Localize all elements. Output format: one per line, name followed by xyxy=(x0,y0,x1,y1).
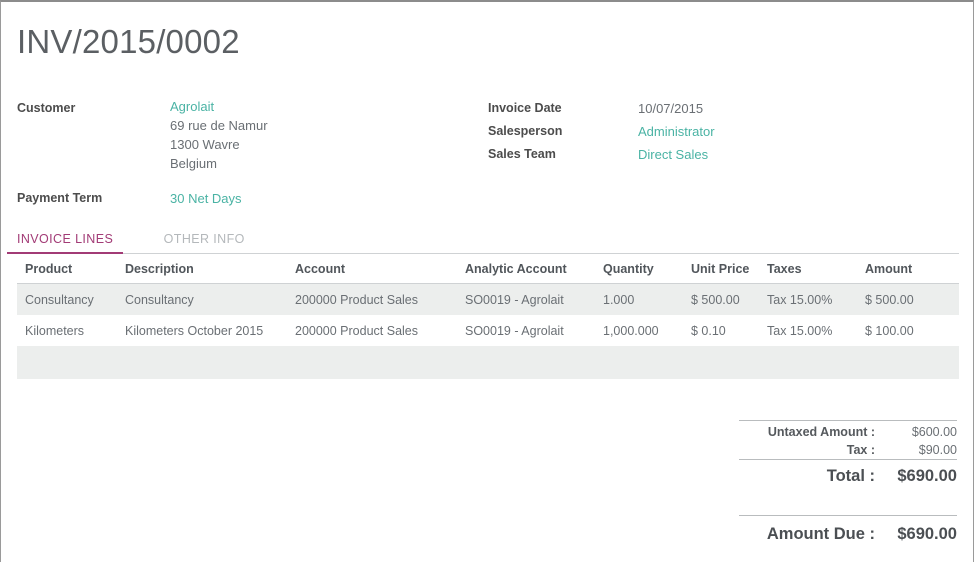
cell-unit-price: $ 0.10 xyxy=(683,315,759,346)
cell-empty xyxy=(683,346,759,379)
tab-invoice-lines[interactable]: INVOICE LINES xyxy=(7,232,123,254)
column-header-quantity[interactable]: Quantity xyxy=(595,258,683,284)
tab-other-info[interactable]: OTHER INFO xyxy=(154,232,255,252)
totals-value-amount-due: $690.00 xyxy=(883,516,957,547)
column-header-description[interactable]: Description xyxy=(117,258,287,284)
totals-panel: Untaxed Amount : $600.00 Tax : $90.00 To… xyxy=(739,420,957,546)
totals-spacer xyxy=(739,493,957,516)
customer-address-line-3: Belgium xyxy=(170,154,268,173)
customer-address-line-1: 69 rue de Namur xyxy=(170,116,268,135)
header-left-spacer xyxy=(17,173,457,187)
cell-amount: $ 500.00 xyxy=(857,284,959,316)
header-left-column: Customer Agrolait 69 rue de Namur 1300 W… xyxy=(17,97,457,210)
field-customer: Customer Agrolait 69 rue de Namur 1300 W… xyxy=(17,97,457,173)
field-label-sales-team: Sales Team xyxy=(488,143,638,166)
totals-row-amount-due: Amount Due : $690.00 xyxy=(739,516,957,547)
invoice-date-value: 10/07/2015 xyxy=(638,97,703,120)
cell-taxes: Tax 15.00% xyxy=(759,284,857,316)
cell-description: Consultancy xyxy=(117,284,287,316)
totals-row-untaxed: Untaxed Amount : $600.00 xyxy=(739,421,957,442)
cell-amount: $ 100.00 xyxy=(857,315,959,346)
column-header-analytic-account[interactable]: Analytic Account xyxy=(457,258,595,284)
sales-team-link[interactable]: Direct Sales xyxy=(638,143,708,166)
customer-address-line-2: 1300 Wavre xyxy=(170,135,268,154)
cell-empty xyxy=(17,346,117,379)
column-header-account[interactable]: Account xyxy=(287,258,457,284)
totals-value-untaxed: $600.00 xyxy=(883,421,957,442)
column-header-unit-price[interactable]: Unit Price xyxy=(683,258,759,284)
field-payment-term: Payment Term 30 Net Days xyxy=(17,187,457,210)
field-sales-team: Sales Team Direct Sales xyxy=(488,143,928,166)
totals-label-total: Total : xyxy=(739,460,883,494)
field-label-payment-term: Payment Term xyxy=(17,187,170,210)
payment-term-link[interactable]: 30 Net Days xyxy=(170,187,242,210)
totals-label-untaxed: Untaxed Amount : xyxy=(739,421,883,442)
cell-empty xyxy=(595,346,683,379)
field-label-invoice-date: Invoice Date xyxy=(488,97,638,120)
cell-analytic-account: SO0019 - Agrolait xyxy=(457,315,595,346)
cell-analytic-account: SO0019 - Agrolait xyxy=(457,284,595,316)
cell-quantity: 1,000.000 xyxy=(595,315,683,346)
cell-quantity: 1.000 xyxy=(595,284,683,316)
totals-spacer-cell xyxy=(883,493,957,516)
totals-value-total: $690.00 xyxy=(883,460,957,494)
cell-empty xyxy=(457,346,595,379)
field-label-salesperson: Salesperson xyxy=(488,120,638,143)
cell-description: Kilometers October 2015 xyxy=(117,315,287,346)
cell-account: 200000 Product Sales xyxy=(287,315,457,346)
cell-product: Kilometers xyxy=(17,315,117,346)
cell-empty xyxy=(117,346,287,379)
totals-label-amount-due: Amount Due : xyxy=(739,516,883,547)
totals-row-total: Total : $690.00 xyxy=(739,460,957,494)
cell-product: Consultancy xyxy=(17,284,117,316)
cell-empty xyxy=(759,346,857,379)
cell-empty xyxy=(857,346,959,379)
tab-bar: INVOICE LINES OTHER INFO xyxy=(17,230,959,254)
customer-link[interactable]: Agrolait xyxy=(170,97,268,116)
field-salesperson: Salesperson Administrator xyxy=(488,120,928,143)
table-row[interactable]: Kilometers Kilometers October 2015 20000… xyxy=(17,315,959,346)
totals-label-tax: Tax : xyxy=(739,441,883,460)
cell-empty xyxy=(287,346,457,379)
header-right-column: Invoice Date 10/07/2015 Salesperson Admi… xyxy=(488,97,928,166)
totals-value-tax: $90.00 xyxy=(883,441,957,460)
totals-row-tax: Tax : $90.00 xyxy=(739,441,957,460)
column-header-taxes[interactable]: Taxes xyxy=(759,258,857,284)
invoice-form-view: INV/2015/0002 Customer Agrolait 69 rue d… xyxy=(0,0,974,562)
field-invoice-date: Invoice Date 10/07/2015 xyxy=(488,97,928,120)
field-label-customer: Customer xyxy=(17,97,170,120)
table-header-row: Product Description Account Analytic Acc… xyxy=(17,258,959,284)
cell-taxes: Tax 15.00% xyxy=(759,315,857,346)
column-header-amount[interactable]: Amount xyxy=(857,258,959,284)
totals-spacer-cell xyxy=(739,493,883,516)
cell-account: 200000 Product Sales xyxy=(287,284,457,316)
column-header-product[interactable]: Product xyxy=(17,258,117,284)
table-row[interactable]: Consultancy Consultancy 200000 Product S… xyxy=(17,284,959,316)
salesperson-link[interactable]: Administrator xyxy=(638,120,715,143)
invoice-lines-table: Product Description Account Analytic Acc… xyxy=(17,258,959,379)
add-line-row[interactable] xyxy=(17,346,959,379)
page-title: INV/2015/0002 xyxy=(17,22,240,62)
cell-unit-price: $ 500.00 xyxy=(683,284,759,316)
